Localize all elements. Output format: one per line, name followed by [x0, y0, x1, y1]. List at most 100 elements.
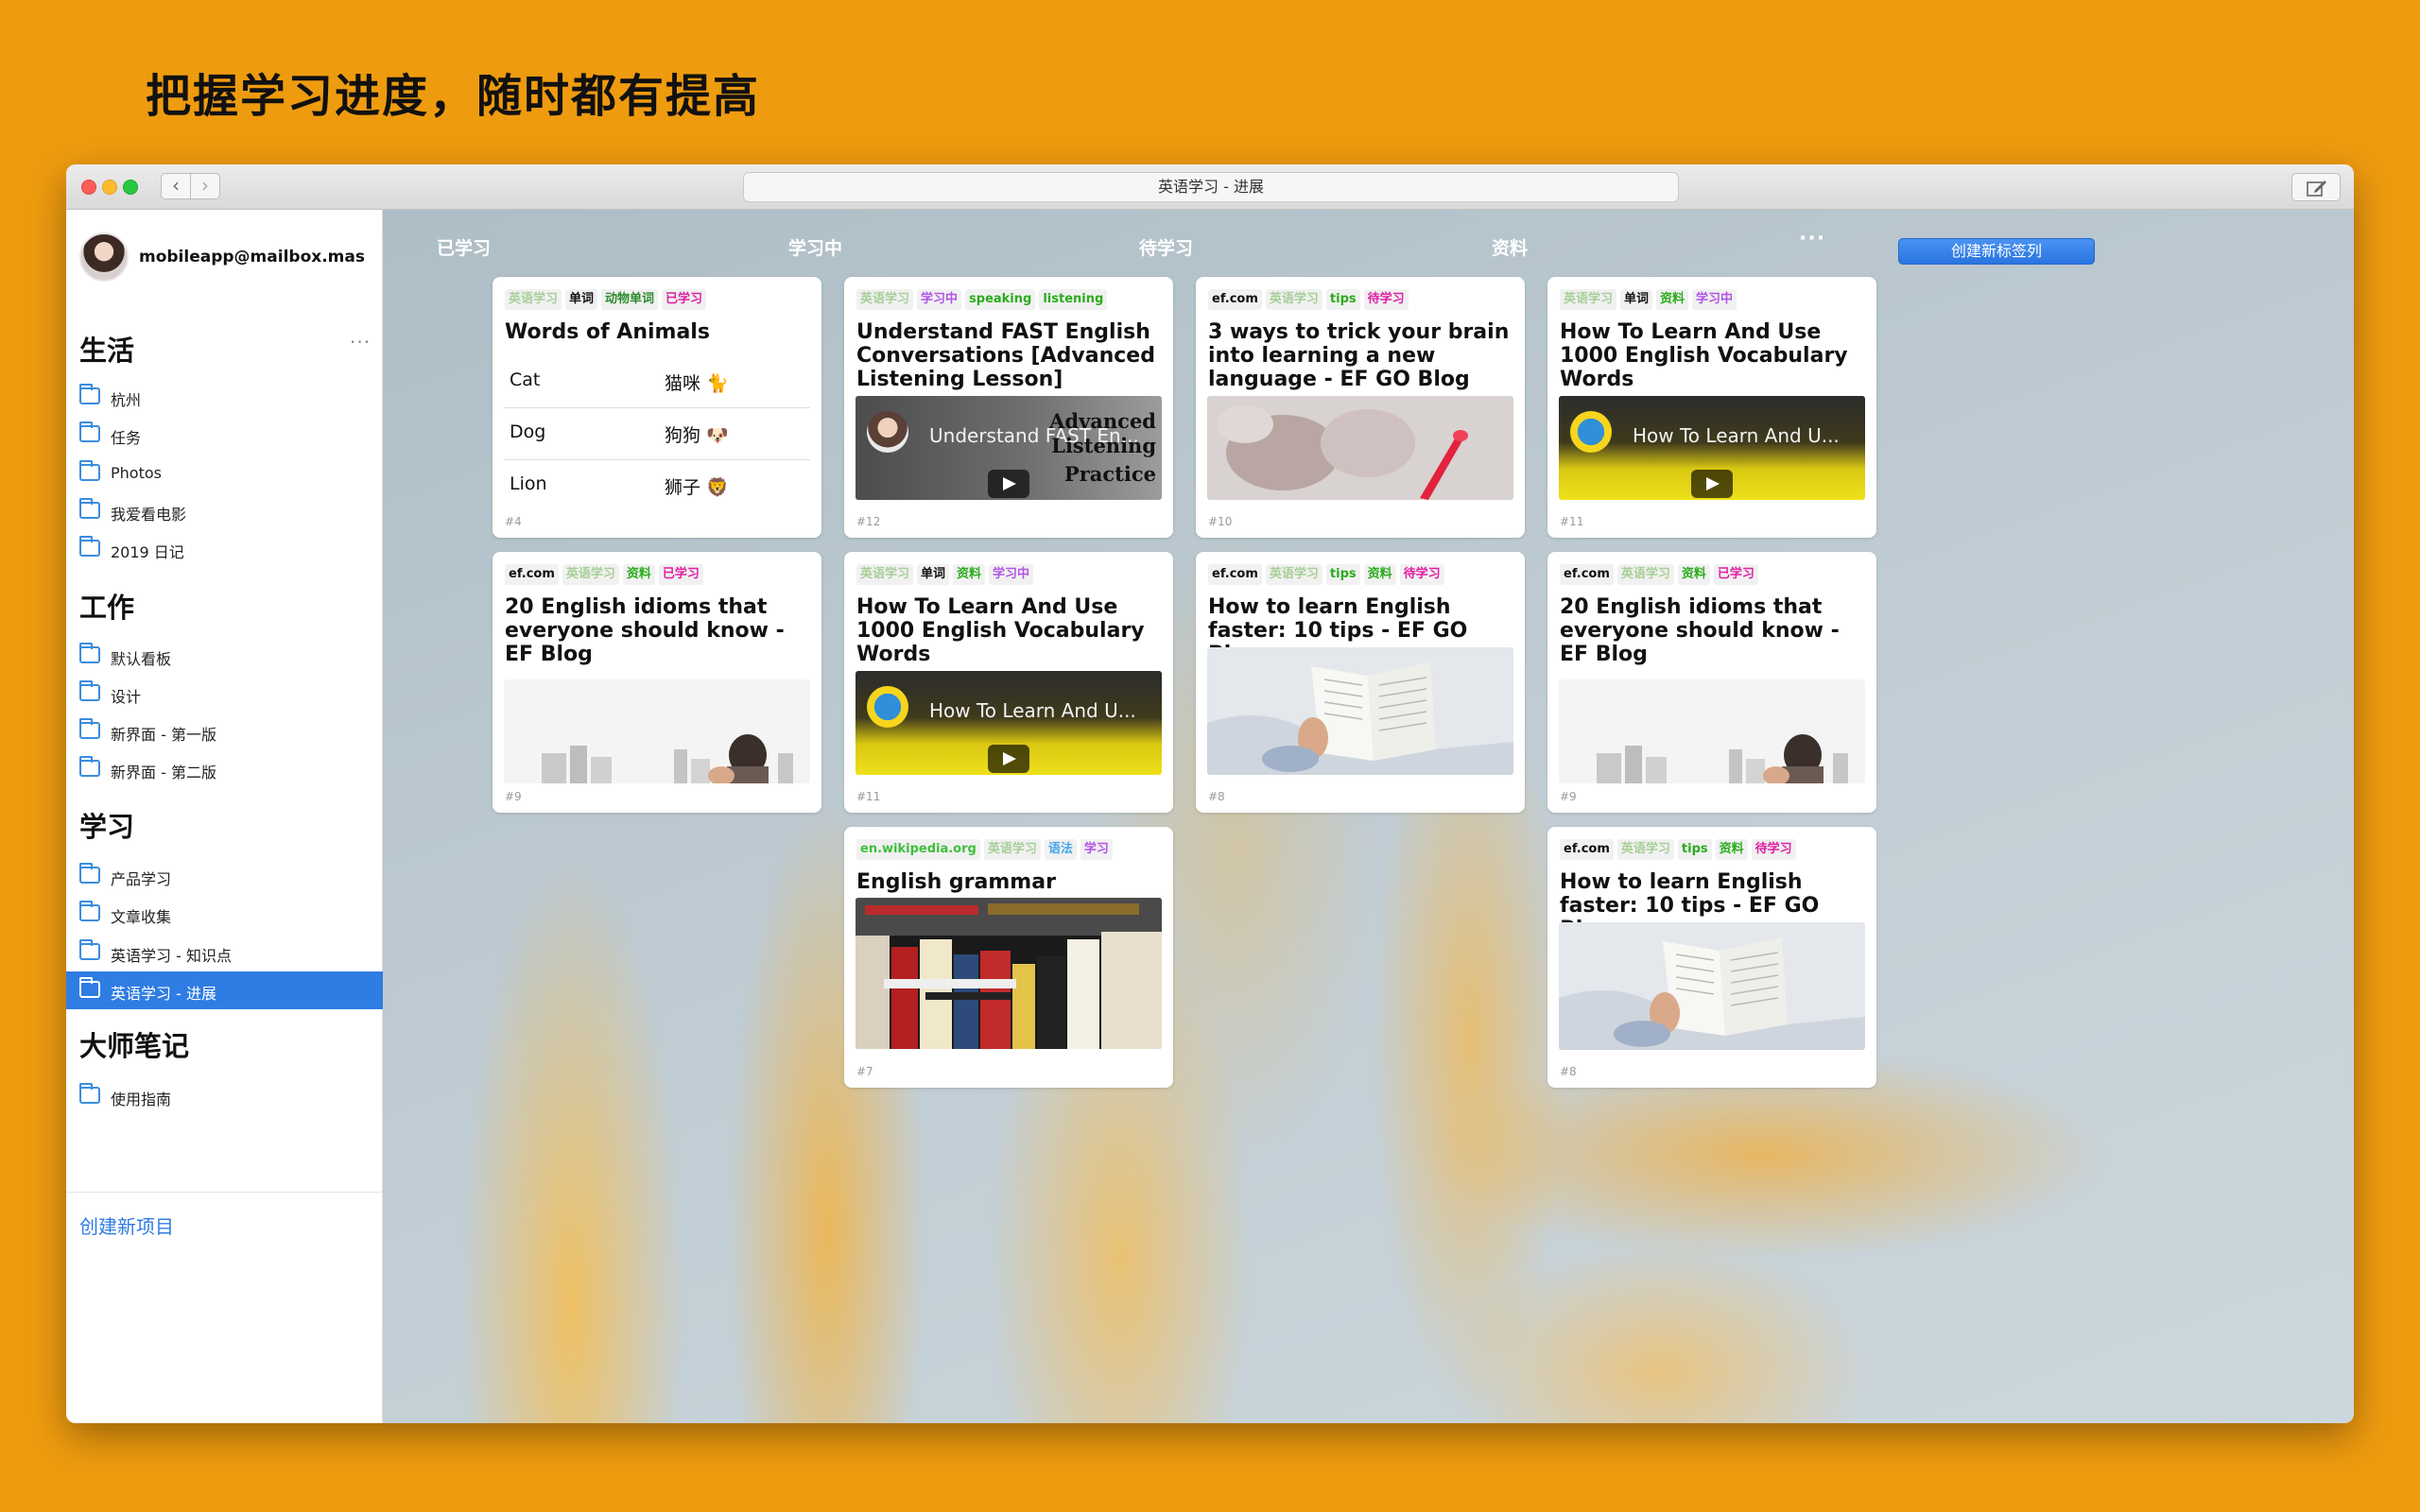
tag[interactable]: 英语学习: [856, 564, 914, 585]
tag[interactable]: 学习中: [1692, 289, 1737, 310]
tag[interactable]: tips: [1325, 564, 1360, 585]
sidebar-item-articles[interactable]: 文章收集: [66, 895, 383, 933]
sidebar-item-movies[interactable]: 我爱看电影: [66, 492, 383, 530]
card-number: #11: [856, 790, 881, 803]
card[interactable]: ef.com 英语学习 tips 资料 待学习 How to learn English…: [1547, 827, 1876, 1088]
sidebar-item-photos[interactable]: Photos: [66, 455, 383, 492]
card-number: #9: [505, 790, 522, 803]
tag[interactable]: 英语学习: [1616, 839, 1674, 860]
tag[interactable]: ef.com: [1208, 289, 1262, 310]
card[interactable]: en.wikipedia.org 英语学习 语法 学习 English grammar…: [844, 827, 1173, 1088]
sidebar-item-hangzhou[interactable]: 杭州: [66, 378, 383, 416]
tag[interactable]: 资料: [1656, 289, 1689, 310]
tag[interactable]: tips: [1677, 839, 1712, 860]
tag[interactable]: ef.com: [1560, 564, 1614, 585]
tag[interactable]: 已学习: [1713, 564, 1758, 585]
tag[interactable]: 英语学习: [983, 839, 1041, 860]
card[interactable]: 英语学习 单词 资料 学习中 How To Learn And Use 1000 En…: [844, 552, 1173, 813]
sidebar-item-product-learning[interactable]: 产品学习: [66, 857, 383, 895]
tag[interactable]: 英语学习: [562, 564, 619, 585]
tag[interactable]: 待学习: [1751, 839, 1796, 860]
video-thumbnail[interactable]: How To Learn And U...: [1559, 396, 1865, 500]
tag[interactable]: 资料: [1363, 564, 1396, 585]
tag[interactable]: 待学习: [1399, 564, 1444, 585]
tag[interactable]: en.wikipedia.org: [856, 839, 980, 860]
tag[interactable]: listening: [1039, 289, 1108, 310]
tag[interactable]: speaking: [965, 289, 1036, 310]
more-icon[interactable]: ···: [1799, 227, 1825, 250]
close-window-button[interactable]: [81, 180, 96, 195]
tag[interactable]: 已学习: [662, 289, 707, 310]
sidebar-item-design[interactable]: 设计: [66, 675, 383, 713]
compose-button[interactable]: [2291, 173, 2341, 201]
tag[interactable]: 资料: [622, 564, 655, 585]
vocab-translation: 猫咪 🐈: [665, 373, 729, 394]
sidebar-item-english-progress[interactable]: 英语学习 - 进展: [66, 971, 383, 1009]
tag[interactable]: 资料: [1715, 839, 1748, 860]
forward-button[interactable]: ›: [190, 173, 220, 199]
vocab-translation: 狮子 🦁: [665, 477, 729, 498]
card[interactable]: ef.com 英语学习 tips 资料 待学习 How to learn English…: [1196, 552, 1525, 813]
tag[interactable]: 单词: [1620, 289, 1653, 310]
sidebar: mobileapp@mailbox.mas 生活 ··· 杭州 任务 Photo…: [66, 210, 383, 1423]
more-icon[interactable]: ···: [350, 331, 371, 353]
back-button[interactable]: ‹: [161, 173, 191, 199]
column-title-resources[interactable]: 资料: [1492, 234, 1528, 260]
tag[interactable]: ef.com: [1560, 839, 1614, 860]
sidebar-item-ui-v1[interactable]: 新界面 - 第一版: [66, 713, 383, 750]
folder-icon: [79, 901, 100, 921]
tag[interactable]: ef.com: [505, 564, 559, 585]
tag[interactable]: 英语学习: [1616, 564, 1674, 585]
card[interactable]: ef.com 英语学习 资料 已学习 20 English idioms that e…: [493, 552, 821, 813]
tag[interactable]: 学习中: [989, 564, 1034, 585]
sidebar-item-default-board[interactable]: 默认看板: [66, 637, 383, 675]
column-title-learning[interactable]: 学习中: [788, 234, 842, 260]
tag[interactable]: 英语学习: [1560, 289, 1617, 310]
column-title-todo[interactable]: 待学习: [1139, 234, 1193, 260]
tag[interactable]: 学习: [1080, 839, 1113, 860]
zoom-window-button[interactable]: [123, 180, 138, 195]
tag[interactable]: 资料: [1677, 564, 1710, 585]
sidebar-item-tasks[interactable]: 任务: [66, 416, 383, 454]
article-thumbnail: [1559, 679, 1865, 783]
card[interactable]: ef.com 英语学习 tips 待学习 3 ways to trick your b…: [1196, 277, 1525, 538]
tag[interactable]: 动物单词: [601, 289, 659, 310]
sidebar-item-diary-2019[interactable]: 2019 日记: [66, 530, 383, 568]
tag[interactable]: 待学习: [1363, 289, 1409, 310]
tag[interactable]: 英语学习: [1265, 289, 1322, 310]
card[interactable]: 英语学习 单词 动物单词 已学习 Words of Animals Cat 猫咪 🐈 D…: [493, 277, 821, 538]
sidebar-item-english-knowledge[interactable]: 英语学习 - 知识点: [66, 934, 383, 971]
play-icon[interactable]: [988, 470, 1029, 498]
card[interactable]: 英语学习 学习中 speaking listening Understand FAST…: [844, 277, 1173, 538]
tag[interactable]: 语法: [1044, 839, 1077, 860]
tag[interactable]: 英语学习: [856, 289, 914, 310]
minimize-window-button[interactable]: [102, 180, 117, 195]
card-tags: 英语学习 单词 资料 学习中: [856, 563, 1167, 586]
play-icon[interactable]: [988, 745, 1029, 773]
tag[interactable]: 学习中: [917, 289, 962, 310]
create-project-link[interactable]: 创建新项目: [79, 1211, 174, 1239]
card[interactable]: ef.com 英语学习 资料 已学习 20 English idioms that e…: [1547, 552, 1876, 813]
create-column-button[interactable]: 创建新标签列: [1898, 238, 2095, 265]
user-avatar[interactable]: [79, 232, 129, 282]
card[interactable]: 英语学习 单词 资料 学习中 How To Learn And Use 1000 En…: [1547, 277, 1876, 538]
tag[interactable]: 单词: [565, 289, 598, 310]
play-icon[interactable]: [1691, 470, 1733, 498]
sidebar-item-user-guide[interactable]: 使用指南: [66, 1077, 383, 1115]
tag[interactable]: 已学习: [658, 564, 703, 585]
folder-icon: [79, 421, 100, 442]
vocab-table: Cat 猫咪 🐈 Dog 狗狗 🐶 Lion 狮子 🦁: [504, 356, 810, 512]
tag[interactable]: 资料: [953, 564, 986, 585]
column-title-learned[interactable]: 已学习: [437, 234, 491, 260]
sidebar-item-ui-v2[interactable]: 新界面 - 第二版: [66, 750, 383, 788]
tag[interactable]: ef.com: [1208, 564, 1262, 585]
tag[interactable]: 英语学习: [1265, 564, 1322, 585]
tag[interactable]: 单词: [917, 564, 950, 585]
account-email[interactable]: mobileapp@mailbox.mas: [139, 248, 371, 266]
folder-icon: [79, 498, 100, 519]
tag[interactable]: tips: [1325, 289, 1360, 310]
video-thumbnail[interactable]: How To Learn And U...: [856, 671, 1162, 775]
tag[interactable]: 英语学习: [505, 289, 562, 310]
video-thumbnail[interactable]: Understand FAST En... Advanced Listening…: [856, 396, 1162, 500]
channel-avatar: [1570, 411, 1612, 453]
